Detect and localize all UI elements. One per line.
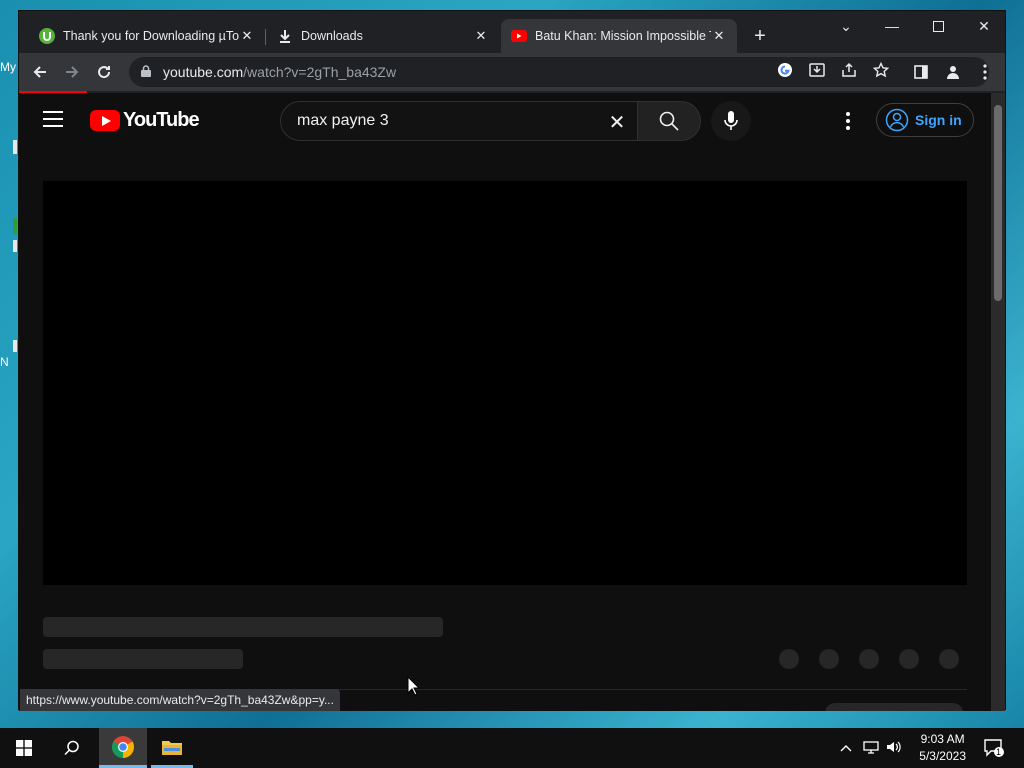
back-button[interactable] (28, 60, 52, 84)
share-icon[interactable] (839, 60, 859, 80)
url-path: /watch?v=2gTh_ba43Zw (243, 64, 397, 80)
folder-icon (162, 740, 182, 755)
tab-search-icon[interactable]: ⌄ (823, 11, 869, 41)
tab-title: Downloads (301, 29, 363, 43)
youtube-logo[interactable]: YouTube (90, 108, 200, 132)
desktop-icon-fragment (13, 140, 17, 154)
browser-toolbar: youtube.com/watch?v=2gTh_ba43Zw (19, 53, 1005, 91)
sign-in-label: Sign in (915, 112, 962, 128)
network-icon[interactable] (863, 740, 879, 757)
google-icon[interactable] (775, 60, 795, 80)
desktop-icon-label: N (0, 355, 9, 369)
youtube-play-icon (90, 109, 120, 131)
maximize-button[interactable] (915, 11, 961, 41)
close-tab-icon[interactable]: ✕ (711, 28, 727, 44)
taskbar-file-explorer[interactable] (151, 728, 193, 768)
reload-button[interactable] (92, 60, 116, 84)
youtube-logo-text: YouTube (123, 108, 200, 131)
action-button-placeholder (779, 649, 799, 669)
action-button-placeholder (859, 649, 879, 669)
hamburger-menu-icon[interactable] (43, 111, 67, 131)
search-box[interactable]: ✕ (280, 101, 638, 141)
status-url: https://www.youtube.com/watch?v=2gTh_ba4… (26, 693, 334, 707)
profile-icon[interactable] (941, 60, 965, 84)
video-player[interactable] (43, 181, 967, 585)
search-icon (659, 111, 679, 131)
tab-title: Batu Khan: Mission Impossible Tr... (535, 29, 711, 43)
settings-menu-icon[interactable] (836, 109, 860, 133)
forward-button[interactable] (60, 60, 84, 84)
clear-search-icon[interactable]: ✕ (605, 110, 629, 134)
lock-icon[interactable] (141, 64, 155, 80)
link-status-bar: https://www.youtube.com/watch?v=2gTh_ba4… (20, 689, 340, 711)
chrome-icon (112, 735, 134, 758)
notification-count: 1 (996, 747, 1002, 757)
microphone-icon (724, 111, 738, 130)
youtube-page: YouTube ✕ Sign in (19, 93, 993, 711)
bookmark-star-icon[interactable] (871, 60, 891, 80)
install-app-icon[interactable] (807, 60, 827, 80)
clock-date: 5/3/2023 (919, 749, 966, 763)
action-button-placeholder (939, 649, 959, 669)
youtube-icon (511, 28, 527, 44)
video-title-placeholder (43, 617, 443, 637)
button-placeholder (825, 703, 963, 711)
tab-strip: Thank you for Downloading µTorrent ✕ Dow… (19, 11, 1005, 53)
desktop-icon-label: My (0, 60, 16, 74)
chrome-menu-icon[interactable] (973, 60, 997, 84)
desktop-icon-fragment (13, 240, 17, 252)
desktop-icon-fragment (13, 340, 17, 352)
clock-time: 9:03 AM (920, 732, 965, 746)
close-tab-icon[interactable]: ✕ (239, 28, 255, 44)
tab-utorrent[interactable]: Thank you for Downloading µTorrent ✕ (29, 19, 265, 53)
account-icon (885, 108, 909, 132)
search-input[interactable] (297, 112, 597, 130)
tab-separator (265, 29, 266, 45)
notification-icon (984, 739, 1004, 757)
address-bar[interactable]: youtube.com/watch?v=2gTh_ba43Zw (129, 57, 989, 87)
tab-title: Thank you for Downloading µTorrent (63, 29, 239, 43)
scrollbar-thumb[interactable] (994, 105, 1002, 301)
chrome-window: Thank you for Downloading µTorrent ✕ Dow… (18, 10, 1006, 711)
tab-youtube[interactable]: Batu Khan: Mission Impossible Tr... ✕ (501, 19, 737, 53)
close-tab-icon[interactable]: ✕ (473, 28, 489, 44)
windows-taskbar: 9:03 AM 5/3/2023 1 (0, 728, 1024, 768)
voice-search-button[interactable] (711, 101, 751, 141)
system-clock[interactable]: 9:03 AM 5/3/2023 (919, 731, 966, 765)
taskbar-search-button[interactable] (48, 728, 96, 768)
search-icon (64, 740, 79, 756)
desktop-icon-fragment (13, 218, 17, 234)
sign-in-button[interactable]: Sign in (876, 103, 974, 137)
mouse-cursor-icon (407, 676, 421, 696)
close-window-button[interactable]: ✕ (961, 11, 1007, 41)
volume-icon[interactable] (886, 740, 902, 757)
action-button-placeholder (899, 649, 919, 669)
channel-info-placeholder (43, 649, 243, 669)
new-tab-button[interactable]: + (749, 25, 771, 47)
taskbar-chrome[interactable] (99, 728, 147, 768)
windows-logo-icon (16, 740, 32, 756)
minimize-button[interactable]: — (869, 11, 915, 41)
utorrent-icon (39, 28, 55, 44)
download-icon (277, 28, 293, 44)
notification-center-button[interactable]: 1 (980, 728, 1008, 768)
tab-downloads[interactable]: Downloads ✕ (267, 19, 499, 53)
start-button[interactable] (0, 728, 48, 768)
url-host: youtube.com (163, 64, 244, 80)
search-button[interactable] (637, 101, 701, 141)
youtube-header: YouTube ✕ Sign in (19, 93, 993, 149)
action-button-placeholder (819, 649, 839, 669)
show-hidden-icons[interactable] (840, 740, 852, 755)
side-panel-icon[interactable] (909, 60, 933, 84)
